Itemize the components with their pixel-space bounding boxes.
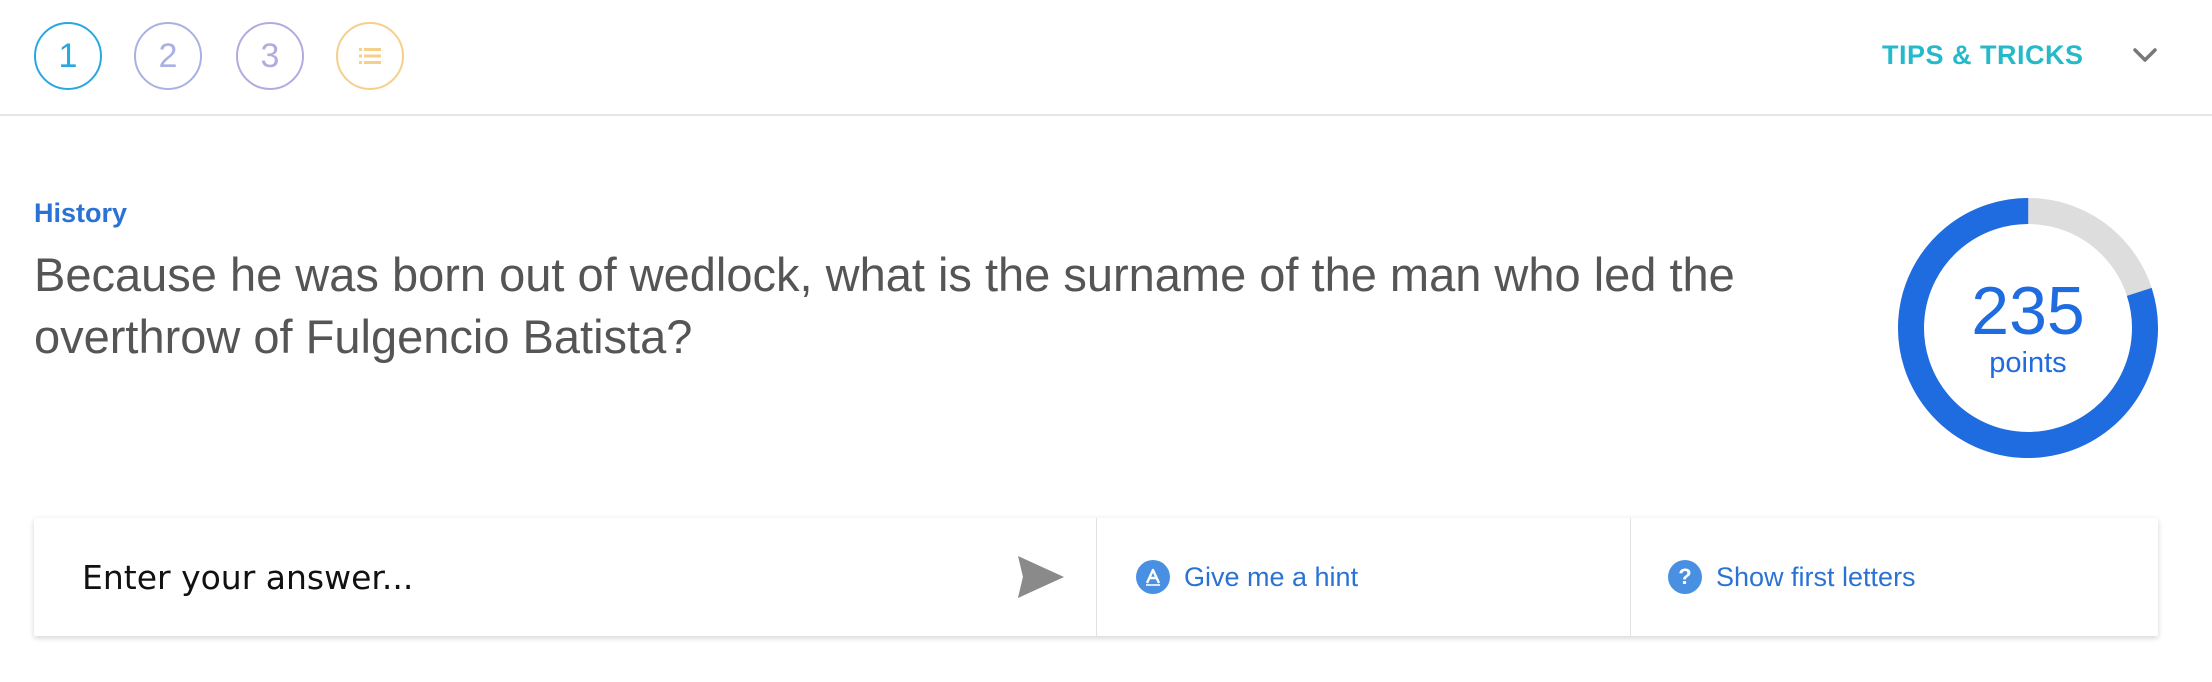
step-2-button[interactable]: 2 (134, 22, 202, 90)
step-3-button[interactable]: 3 (236, 22, 304, 90)
chevron-down-icon[interactable] (2130, 40, 2160, 70)
step-1-button[interactable]: 1 (34, 22, 102, 90)
show-first-letters-label: Show first letters (1716, 561, 1916, 592)
answer-input[interactable] (34, 518, 1096, 636)
top-bar: 1 2 3 TIPS & TRICKS (0, 0, 2212, 116)
show-first-letters-button[interactable]: ? Show first letters (1668, 518, 1916, 636)
question-category: History (34, 198, 128, 228)
divider (1096, 518, 1097, 636)
divider (1630, 518, 1631, 636)
score-value: 235 (1971, 273, 2085, 349)
step-3-label: 3 (260, 36, 280, 75)
step-list-button[interactable] (336, 22, 404, 90)
give-hint-button[interactable]: Give me a hint (1136, 518, 1358, 636)
score-label: points (1989, 347, 2067, 379)
tips-and-tricks-link[interactable]: TIPS & TRICKS (1882, 40, 2084, 71)
answer-bar: Give me a hint ? Show first letters (34, 518, 2158, 636)
question-text: Because he was born out of wedlock, what… (34, 248, 1735, 363)
send-icon[interactable] (1018, 556, 1064, 598)
question-icon: ? (1668, 560, 1702, 594)
hint-icon (1136, 560, 1170, 594)
list-icon (359, 48, 381, 64)
step-2-label: 2 (158, 36, 178, 75)
step-1-label: 1 (58, 36, 78, 75)
give-hint-label: Give me a hint (1184, 561, 1359, 592)
